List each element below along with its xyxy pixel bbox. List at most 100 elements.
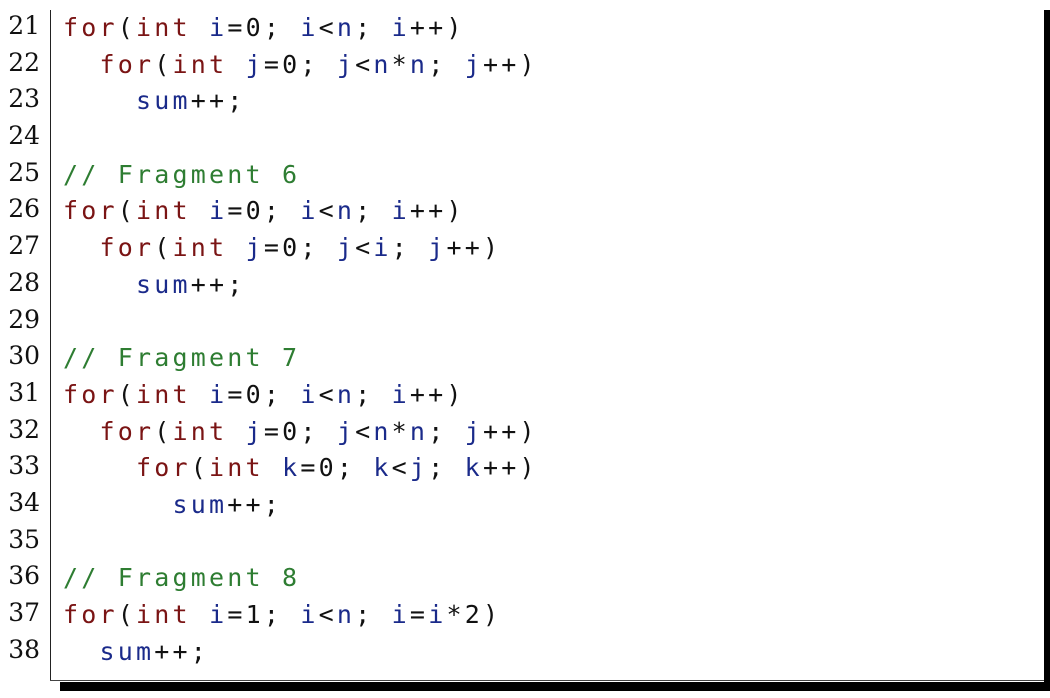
code-identifier: k	[373, 453, 392, 483]
code-identifier: sum	[172, 489, 228, 519]
code-identifier: j	[464, 416, 483, 446]
code-identifier: n	[409, 49, 429, 79]
code-keyword: for	[63, 13, 118, 42]
code-punctuation: ++;	[227, 489, 283, 519]
code-text: for(int i=0; i<n; i++)	[63, 380, 465, 409]
line-number: 36	[8, 561, 40, 591]
code-identifier: i	[391, 379, 410, 409]
code-punctuation	[63, 417, 100, 446]
line-number: 35	[8, 524, 40, 554]
code-punctuation: ++)	[482, 49, 538, 79]
code-punctuation	[191, 13, 209, 42]
code-punctuation: <	[355, 233, 374, 263]
code-punctuation: <	[391, 453, 410, 483]
code-identifier: i	[300, 600, 319, 629]
code-punctuation: ++;	[190, 269, 246, 299]
code-text: for(int i=0; i<n; i++)	[63, 13, 465, 42]
code-identifier: n	[336, 196, 356, 226]
code-comment: // Fragment 7	[63, 343, 301, 373]
code-identifier: i	[209, 13, 228, 42]
code-keyword: for	[99, 416, 155, 446]
line-number: 22	[8, 47, 40, 77]
code-comment: // Fragment 8	[63, 563, 301, 593]
code-keyword: int	[209, 453, 264, 483]
code-punctuation: (	[190, 453, 210, 483]
code-punctuation: *2)	[446, 600, 502, 629]
code-punctuation: =0;	[263, 416, 337, 446]
code-identifier: j	[464, 49, 483, 79]
frame-left-border	[50, 10, 51, 681]
code-punctuation: =0;	[263, 49, 337, 79]
code-identifier: i	[209, 379, 228, 409]
line-number: 33	[8, 451, 40, 481]
code-punctuation	[227, 233, 245, 262]
code-text: sum++;	[63, 637, 209, 666]
code-identifier: sum	[136, 269, 191, 299]
code-text: // Fragment 6	[63, 160, 300, 189]
code-text: sum++;	[63, 86, 246, 115]
code-punctuation: <	[355, 49, 374, 79]
code-punctuation: (	[154, 416, 173, 446]
line-number: 34	[8, 487, 40, 517]
code-identifier: j	[409, 453, 429, 483]
code-keyword: int	[136, 13, 191, 42]
code-identifier: i	[391, 600, 410, 629]
code-identifier: sum	[136, 86, 191, 116]
code-punctuation: ++)	[482, 453, 538, 483]
code-punctuation: ;	[391, 233, 429, 263]
line-number: 31	[8, 377, 40, 407]
code-punctuation: (	[117, 13, 137, 42]
code-text: for(int j=0; j<n*n; j++)	[63, 50, 538, 79]
code-punctuation: =0;	[227, 196, 301, 226]
code-identifier: n	[336, 379, 356, 409]
code-keyword: int	[136, 379, 191, 409]
code-identifier: j	[336, 233, 356, 263]
code-punctuation: (	[154, 49, 173, 79]
code-punctuation	[63, 270, 136, 299]
code-identifier: j	[428, 233, 447, 263]
code-punctuation: ;	[355, 379, 392, 409]
code-text: // Fragment 7	[63, 343, 300, 372]
code-keyword: int	[136, 196, 191, 226]
frame-bottom-border	[50, 680, 1044, 681]
code-identifier: i	[391, 13, 410, 42]
code-punctuation: ++)	[482, 416, 538, 446]
code-keyword: int	[172, 49, 228, 79]
code-punctuation	[63, 50, 100, 79]
code-identifier: i	[209, 196, 228, 226]
code-punctuation: (	[154, 233, 173, 263]
code-keyword: for	[63, 196, 118, 226]
code-identifier: i	[373, 233, 392, 263]
code-punctuation: ++)	[409, 196, 465, 226]
code-punctuation: (	[117, 379, 137, 409]
code-punctuation	[264, 453, 282, 482]
line-number: 32	[8, 414, 40, 444]
code-identifier: j	[336, 416, 356, 446]
code-identifier: i	[300, 13, 319, 42]
line-number: 27	[8, 231, 40, 261]
line-number: 21	[8, 11, 40, 40]
line-number: 37	[8, 598, 40, 627]
code-identifier: i	[391, 196, 410, 226]
code-keyword: for	[63, 600, 118, 629]
code-punctuation: ++)	[409, 379, 465, 409]
code-punctuation: ;	[355, 196, 392, 226]
code-punctuation: ;	[428, 49, 465, 79]
line-number: 26	[8, 194, 40, 224]
code-punctuation: (	[117, 196, 137, 226]
code-identifier: j	[245, 416, 264, 446]
code-punctuation: =1;	[227, 600, 301, 629]
code-keyword: int	[172, 416, 228, 446]
code-identifier: k	[282, 453, 301, 483]
code-identifier: i	[300, 196, 319, 226]
code-identifier: i	[300, 379, 319, 409]
code-punctuation	[63, 233, 100, 262]
code-identifier: j	[245, 49, 264, 79]
line-number: 29	[8, 304, 40, 334]
code-text: for(int j=0; j<i; j++)	[63, 233, 501, 262]
code-punctuation: =0;	[227, 379, 301, 409]
code-text: for(int i=0; i<n; i++)	[63, 196, 465, 225]
line-number: 28	[8, 267, 40, 297]
code-identifier: sum	[99, 636, 155, 666]
code-punctuation: (	[117, 600, 137, 629]
